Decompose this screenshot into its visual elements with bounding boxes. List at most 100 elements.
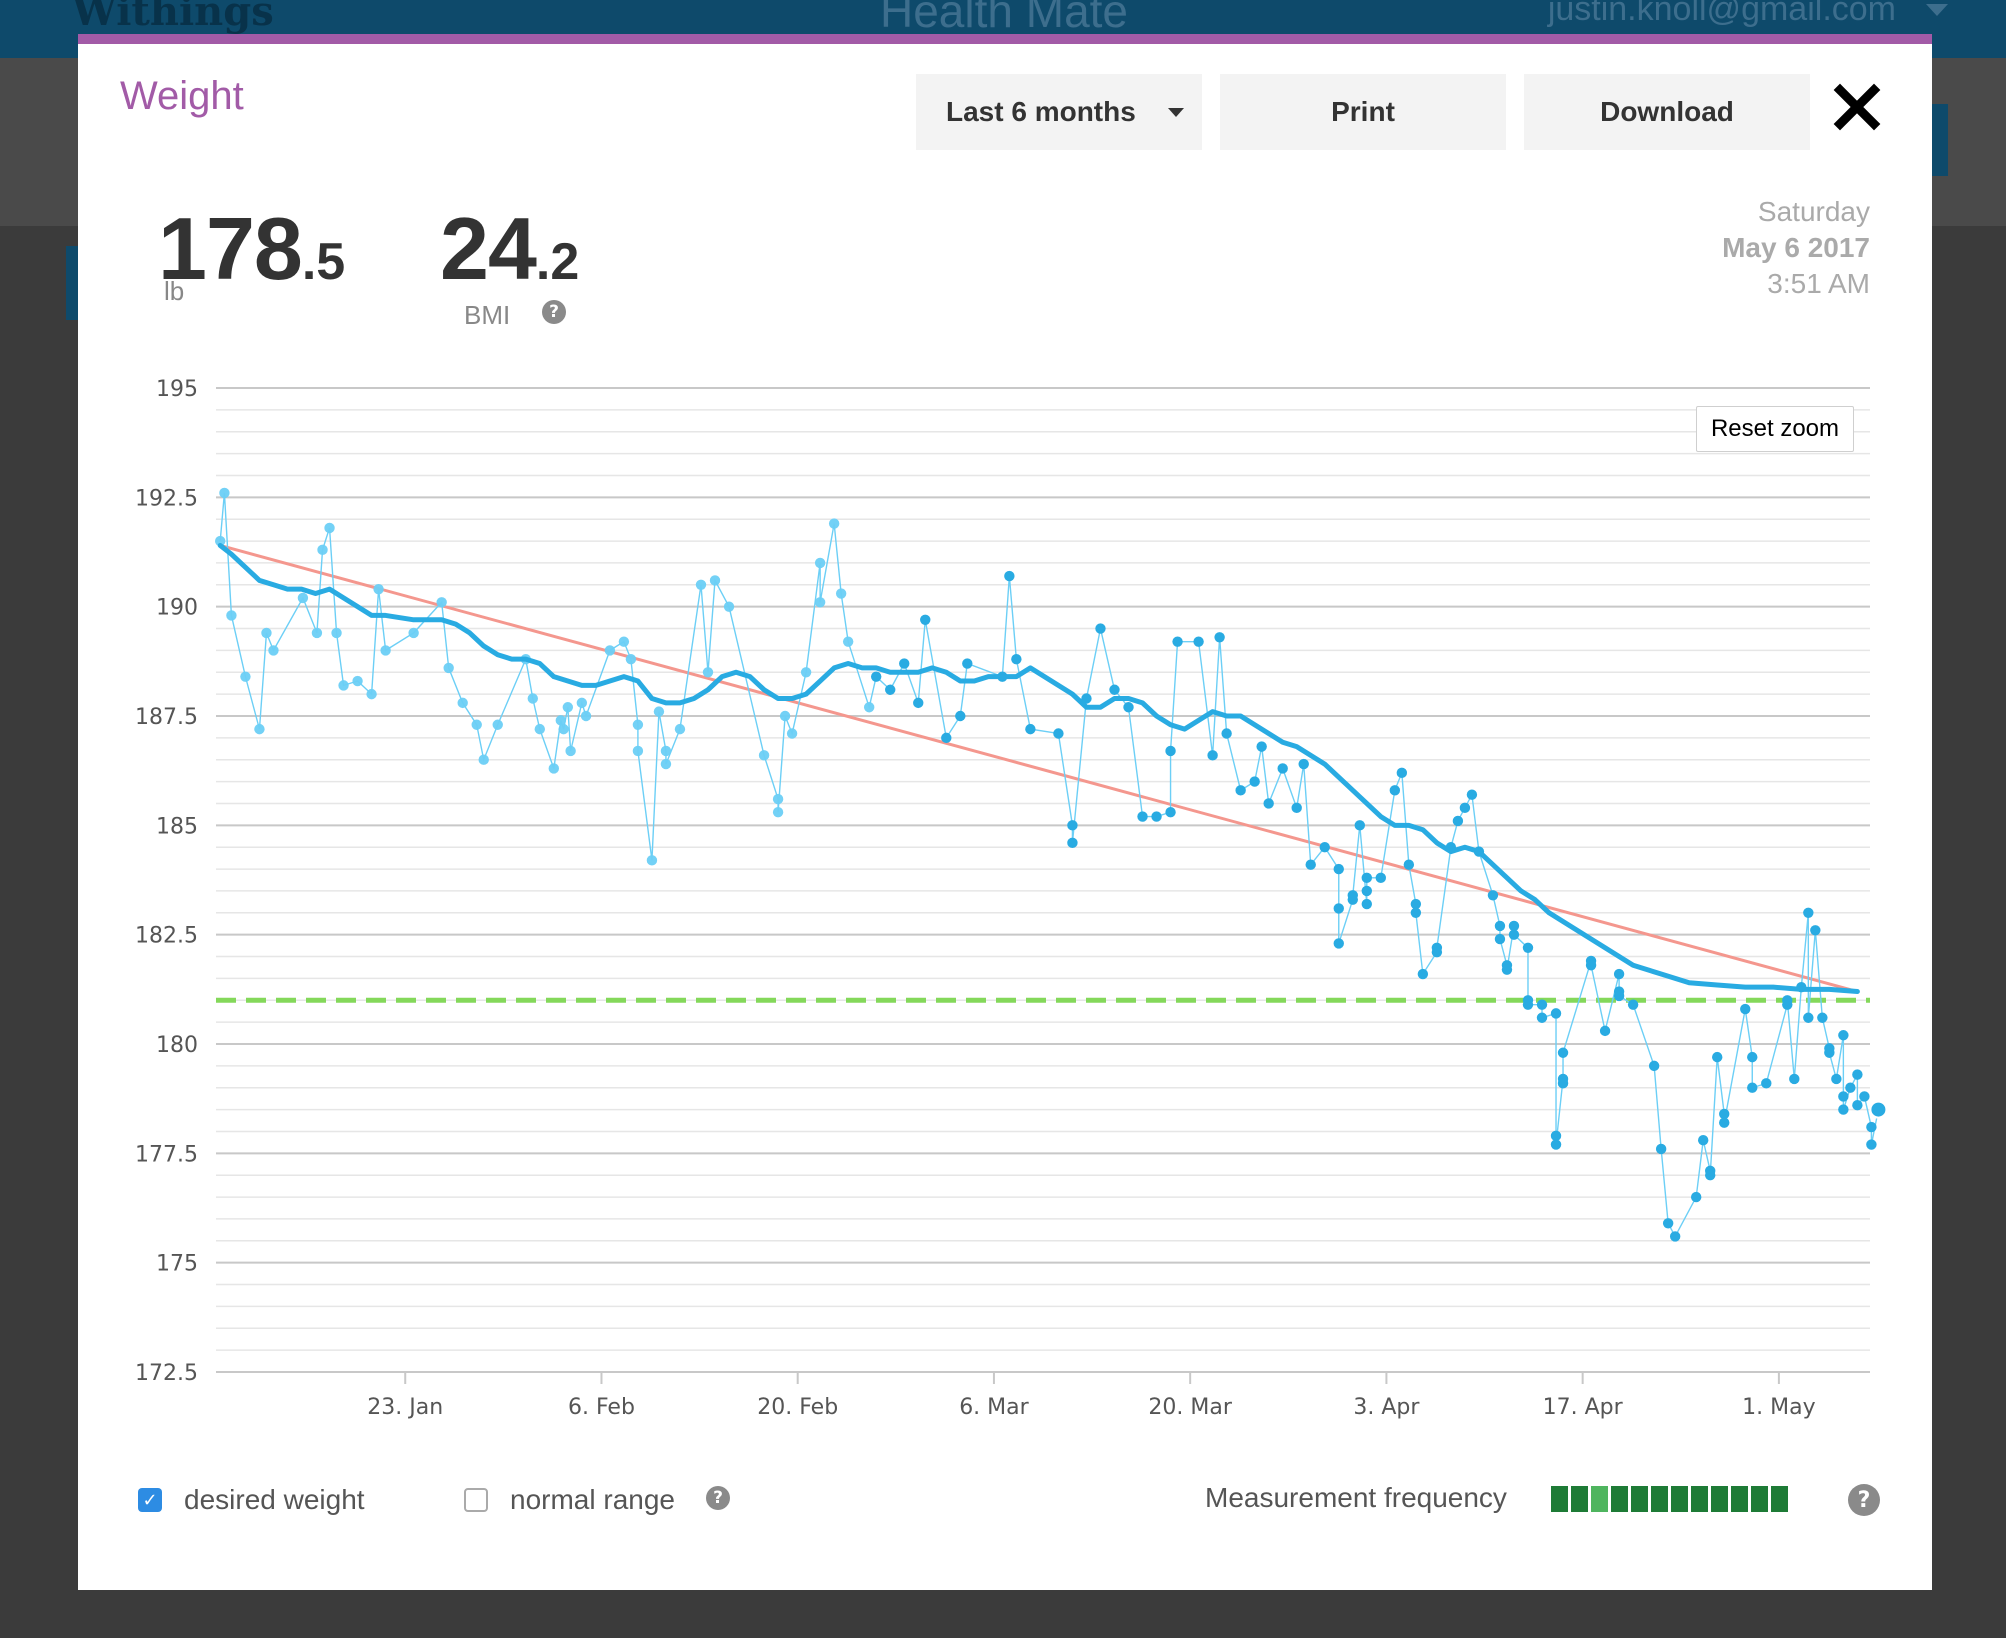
- user-menu[interactable]: justin.knoll@gmail.com: [1548, 0, 1896, 29]
- measurement-point: [1824, 1047, 1835, 1058]
- measurement-point: [576, 697, 588, 709]
- measurement-point: [1151, 811, 1162, 822]
- chevron-down-icon[interactable]: [1926, 4, 1948, 16]
- measurement-point: [786, 728, 798, 739]
- measurement-point: [955, 710, 966, 722]
- measurement-point: [331, 627, 342, 639]
- weight-chart[interactable]: 195 192.5 190 187.5 185 182.5 180 177.5 175 172.5…: [78, 44, 1932, 1444]
- measurement-point: [814, 597, 826, 608]
- measurement-point: [1333, 863, 1344, 875]
- measurement-point: [1004, 570, 1015, 582]
- measurement-point: [779, 710, 791, 722]
- measurement-point: [1852, 1100, 1863, 1111]
- frequency-segment: [1731, 1486, 1748, 1512]
- measurement-point: [828, 518, 840, 529]
- measurement-point: [1697, 1135, 1709, 1146]
- x-tick-label: 3. Apr: [1353, 1395, 1420, 1420]
- measurement-point: [548, 763, 560, 774]
- measurement-point: [1648, 1060, 1660, 1072]
- measurement-point: [1459, 802, 1471, 814]
- measurement-point: [1025, 723, 1036, 735]
- measurement-point: [1347, 890, 1358, 901]
- frequency-segment: [1671, 1486, 1688, 1512]
- measurement-point: [1452, 815, 1464, 827]
- measurement-point: [1613, 990, 1625, 1002]
- measurement-point: [317, 544, 328, 556]
- measurement-point: [1193, 636, 1204, 647]
- measurement-point: [674, 723, 686, 735]
- measurement-point: [226, 610, 237, 621]
- normal-range-help-icon[interactable]: ?: [706, 1486, 730, 1510]
- measurement-point: [1550, 1139, 1562, 1150]
- measurement-point: [1845, 1082, 1856, 1093]
- regression-line: [219, 543, 1858, 993]
- checkbox-unchecked-icon[interactable]: [464, 1488, 488, 1512]
- measurement-point: [1067, 837, 1078, 849]
- frequency-segment: [1591, 1486, 1608, 1512]
- measurement-point: [1803, 1012, 1814, 1023]
- measurement-point: [565, 745, 576, 757]
- background-accent-right: [1932, 104, 1948, 176]
- measurement-point: [471, 719, 482, 730]
- measurement-point: [863, 702, 875, 713]
- measurement-point: [1557, 1047, 1569, 1058]
- measurement-point: [1508, 929, 1520, 940]
- y-tick-label: 180: [156, 1033, 198, 1058]
- measurement-point: [1053, 728, 1064, 739]
- reset-zoom-button[interactable]: Reset zoom: [1696, 406, 1854, 452]
- measurement-point: [457, 697, 468, 709]
- y-tick-label: 190: [156, 596, 198, 621]
- measurement-point: [580, 710, 592, 722]
- measurement-point: [1869, 1100, 1888, 1119]
- measurement-point: [527, 693, 538, 704]
- measurement-point: [1389, 785, 1401, 796]
- checkbox-checked-icon[interactable]: ✓: [138, 1488, 162, 1512]
- frequency-segment: [1571, 1486, 1588, 1512]
- frequency-help-icon[interactable]: ?: [1848, 1484, 1880, 1516]
- desired-weight-toggle[interactable]: ✓ desired weight: [138, 1484, 365, 1516]
- y-tick-label: 187.5: [135, 705, 198, 730]
- measurement-point: [1789, 1073, 1800, 1085]
- measurement-point: [1803, 907, 1814, 918]
- y-tick-label: 195: [156, 377, 198, 402]
- measurement-point: [1852, 1069, 1863, 1080]
- measurement-point: [1599, 1025, 1611, 1037]
- measurement-point: [1557, 1078, 1569, 1089]
- measurement-point: [1466, 789, 1478, 800]
- frequency-segment: [1751, 1486, 1768, 1512]
- y-tick-label: 175: [156, 1252, 198, 1277]
- measurement-point: [660, 758, 672, 770]
- measurement-point: [660, 745, 672, 757]
- measurement-point: [835, 588, 847, 599]
- measurement-point: [1403, 859, 1415, 870]
- measurement-point: [1866, 1139, 1877, 1150]
- normal-range-toggle[interactable]: normal range: [464, 1484, 675, 1516]
- x-tick-label: 23. Jan: [367, 1395, 443, 1420]
- measurement-point: [702, 667, 714, 678]
- measurement-point: [1522, 942, 1534, 953]
- measurement-point: [373, 583, 384, 595]
- measurement-point: [1305, 859, 1316, 870]
- measurement-point: [709, 575, 721, 586]
- measurement-point: [1298, 758, 1309, 770]
- measurement-point: [1207, 750, 1218, 761]
- measurement-point: [1761, 1078, 1772, 1089]
- measurement-point: [1067, 820, 1078, 831]
- measurement-point: [562, 702, 574, 713]
- y-tick-label: 172.5: [135, 1361, 198, 1386]
- measurement-point: [1123, 702, 1134, 713]
- measurement-point: [219, 487, 230, 499]
- measurement-point: [1235, 785, 1246, 796]
- y-tick-label: 182.5: [135, 924, 198, 949]
- measurement-point: [1172, 636, 1183, 647]
- measurement-point: [1838, 1104, 1849, 1115]
- measurement-point: [1522, 999, 1534, 1010]
- measurement-point: [1410, 907, 1422, 918]
- measurement-point: [1249, 776, 1260, 787]
- measurement-point: [1585, 960, 1597, 971]
- measurement-point: [1536, 999, 1548, 1010]
- measurement-point: [941, 732, 952, 744]
- measurement-point: [899, 658, 910, 669]
- frequency-segment: [1651, 1486, 1668, 1512]
- measurement-point: [492, 719, 503, 730]
